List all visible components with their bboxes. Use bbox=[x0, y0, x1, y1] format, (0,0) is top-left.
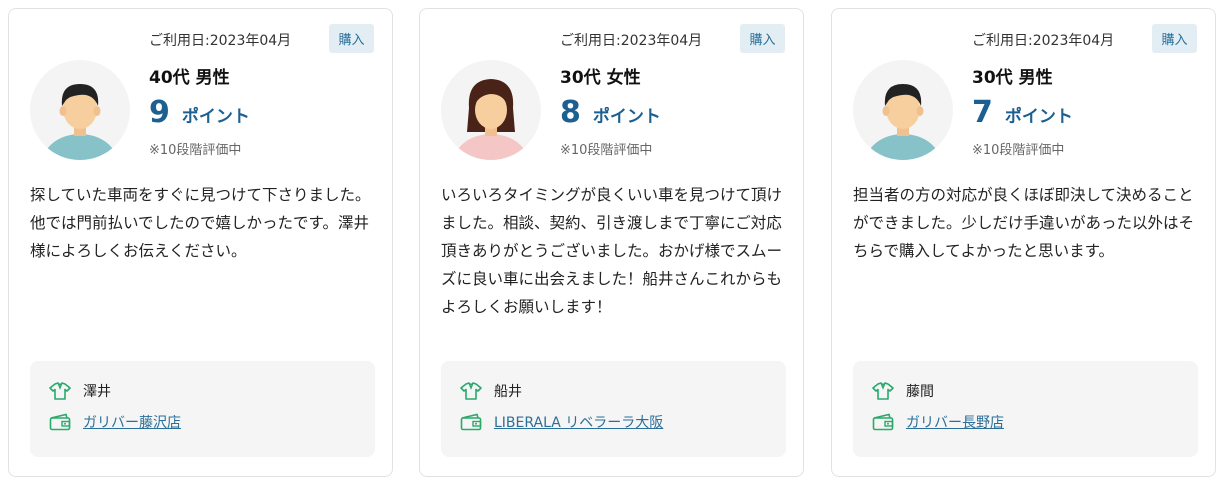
purchase-badge: 購入 bbox=[329, 24, 374, 53]
shop-link[interactable]: ガリバー藤沢店 bbox=[83, 412, 181, 432]
review-card: ご利用日:2023年04月 購入 30代 女性 8 ポイント ※10段階評価中 … bbox=[419, 8, 804, 477]
staff-info-box: 藤間 ガリバー長野店 bbox=[853, 361, 1198, 457]
review-text: いろいろタイミングが良くいい車を見つけて頂けました。相談、契約、引き渡しまで丁寧… bbox=[441, 186, 783, 316]
staff-info-box: 船井 LIBERALA リベラーラ大阪 bbox=[441, 361, 786, 457]
usage-date: ご利用日:2023年04月 bbox=[972, 33, 1115, 49]
review-card-list: ご利用日:2023年04月 購入 40代 男性 9 ポイント ※10段階評価中 … bbox=[0, 0, 1224, 487]
review-card: ご利用日:2023年04月 購入 30代 男性 7 ポイント ※10段階評価中 … bbox=[831, 8, 1216, 477]
score-value: 7 bbox=[972, 95, 993, 130]
staff-name: 船井 bbox=[494, 384, 522, 400]
scale-note: ※10段階評価中 bbox=[560, 143, 653, 158]
review-card: ご利用日:2023年04月 購入 40代 男性 9 ポイント ※10段階評価中 … bbox=[8, 8, 393, 477]
staff-shirt-icon bbox=[460, 382, 482, 400]
scale-note: ※10段階評価中 bbox=[149, 143, 242, 158]
age-gender: 30代 男性 bbox=[972, 68, 1053, 88]
staff-name: 澤井 bbox=[83, 384, 111, 400]
age-gender: 30代 女性 bbox=[560, 68, 641, 88]
shop-link[interactable]: ガリバー長野店 bbox=[906, 412, 1004, 432]
usage-date: ご利用日:2023年04月 bbox=[560, 33, 703, 49]
shop-row: LIBERALA リベラーラ大阪 bbox=[460, 412, 663, 432]
score-unit: ポイント bbox=[592, 107, 661, 127]
staff-row: 澤井 bbox=[49, 381, 111, 401]
female-avatar bbox=[441, 60, 541, 160]
shop-wallet-icon bbox=[49, 413, 71, 431]
staff-info-box: 澤井 ガリバー藤沢店 bbox=[30, 361, 375, 457]
shop-wallet-icon bbox=[872, 413, 894, 431]
usage-date: ご利用日:2023年04月 bbox=[149, 33, 292, 49]
staff-row: 藤間 bbox=[872, 381, 934, 401]
shop-wallet-icon bbox=[460, 413, 482, 431]
scale-note: ※10段階評価中 bbox=[972, 143, 1065, 158]
score-value: 8 bbox=[560, 95, 581, 130]
purchase-badge: 購入 bbox=[1152, 24, 1197, 53]
review-text: 探していた車両をすぐに見つけて下さりました。他では門前払いでしたので嬉しかったで… bbox=[30, 186, 371, 260]
score-value: 9 bbox=[149, 95, 170, 130]
score: 9 ポイント bbox=[149, 95, 250, 130]
review-text: 担当者の方の対応が良くほぼ即決して決めることができました。少しだけ手違いがあった… bbox=[853, 186, 1195, 260]
male-avatar bbox=[853, 60, 953, 160]
staff-shirt-icon bbox=[49, 382, 71, 400]
purchase-badge: 購入 bbox=[740, 24, 785, 53]
male-avatar bbox=[30, 60, 130, 160]
staff-shirt-icon bbox=[872, 382, 894, 400]
staff-row: 船井 bbox=[460, 381, 522, 401]
shop-link[interactable]: LIBERALA リベラーラ大阪 bbox=[494, 412, 663, 432]
shop-row: ガリバー長野店 bbox=[872, 412, 1004, 432]
staff-name: 藤間 bbox=[906, 384, 934, 400]
score-unit: ポイント bbox=[181, 107, 250, 127]
score-unit: ポイント bbox=[1004, 107, 1073, 127]
age-gender: 40代 男性 bbox=[149, 68, 230, 88]
score: 7 ポイント bbox=[972, 95, 1073, 130]
shop-row: ガリバー藤沢店 bbox=[49, 412, 181, 432]
score: 8 ポイント bbox=[560, 95, 661, 130]
